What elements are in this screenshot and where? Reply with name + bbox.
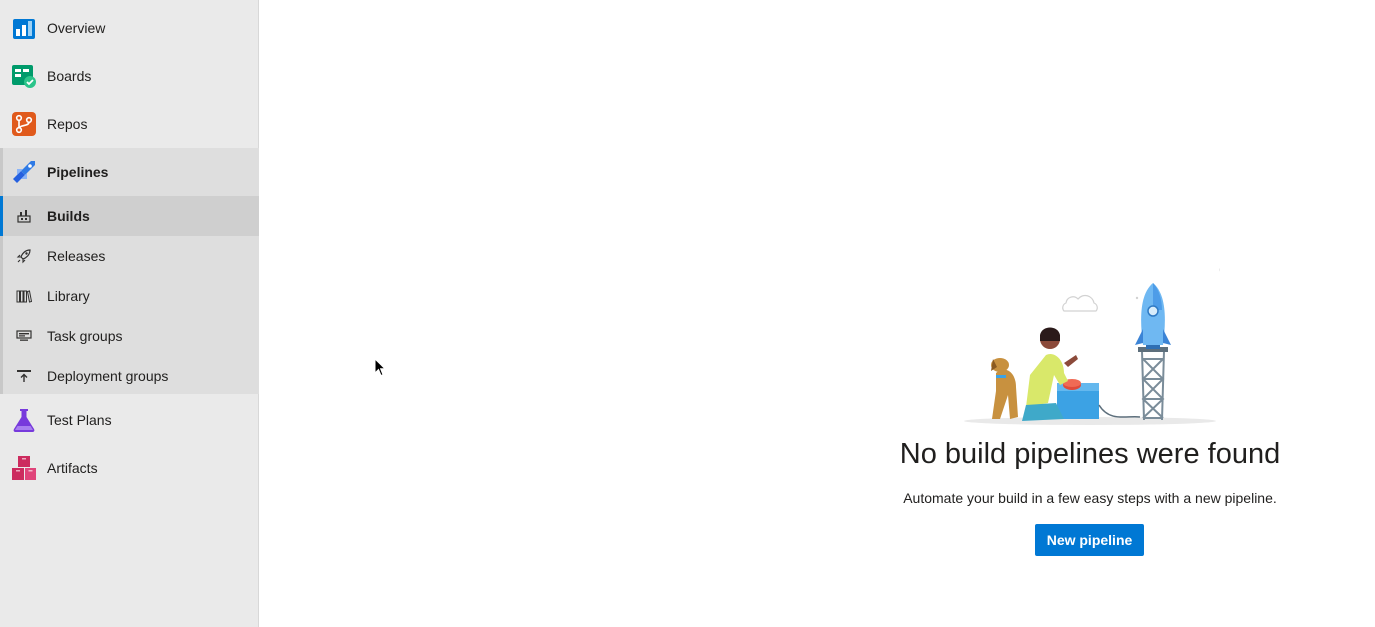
sidebar-subitem-deployment-groups[interactable]: Deployment groups [0,356,259,396]
sidebar-item-label: Test Plans [47,412,112,428]
empty-state-subtitle: Automate your build in a few easy steps … [903,490,1277,506]
pipeline-illustration [964,268,1220,425]
sidebar-subitem-builds[interactable]: Builds [0,196,259,236]
deployment-groups-icon [17,370,31,382]
repos-icon [12,112,36,136]
sidebar-item-label: Boards [47,68,92,84]
mouse-cursor-icon [374,358,386,377]
test-plans-icon [13,409,35,432]
sidebar-subitem-task-groups[interactable]: Task groups [0,316,259,356]
sidebar-item-label: Pipelines [47,164,109,180]
task-groups-icon [16,330,32,341]
sidebar-item-label: Repos [47,116,88,132]
sidebar-item-label: Deployment groups [47,368,169,384]
sidebar-item-repos[interactable]: Repos [0,100,259,148]
boards-icon [12,65,36,88]
rocket-icon [16,249,31,264]
sidebar-item-label: Overview [47,20,106,36]
library-icon [16,290,32,303]
sidebar-item-pipelines[interactable]: Pipelines [0,148,259,196]
sidebar-subitem-library[interactable]: Library [0,276,259,316]
empty-state-title: No build pipelines were found [899,438,1281,470]
overview-icon [13,19,35,39]
sidebar-item-overview[interactable]: Overview [0,4,259,52]
sidebar-item-test-plans[interactable]: Test Plans [0,396,259,444]
sidebar: Overview Boards Repos Pipelines Builds R… [0,0,259,627]
sidebar-item-label: Artifacts [47,460,98,476]
empty-state: No build pipelines were found Automate y… [880,255,1300,565]
sidebar-item-artifacts[interactable]: Artifacts [0,444,259,492]
sidebar-item-label: Task groups [47,328,123,344]
pipelines-icon [13,161,35,183]
new-pipeline-button[interactable]: New pipeline [1035,524,1144,556]
artifacts-icon [12,456,36,480]
sidebar-item-label: Library [47,288,90,304]
builds-icon [17,210,31,223]
sidebar-subitem-releases[interactable]: Releases [0,236,259,276]
sidebar-item-label: Releases [47,248,106,264]
sidebar-item-label: Builds [47,208,90,224]
sidebar-item-boards[interactable]: Boards [0,52,259,100]
